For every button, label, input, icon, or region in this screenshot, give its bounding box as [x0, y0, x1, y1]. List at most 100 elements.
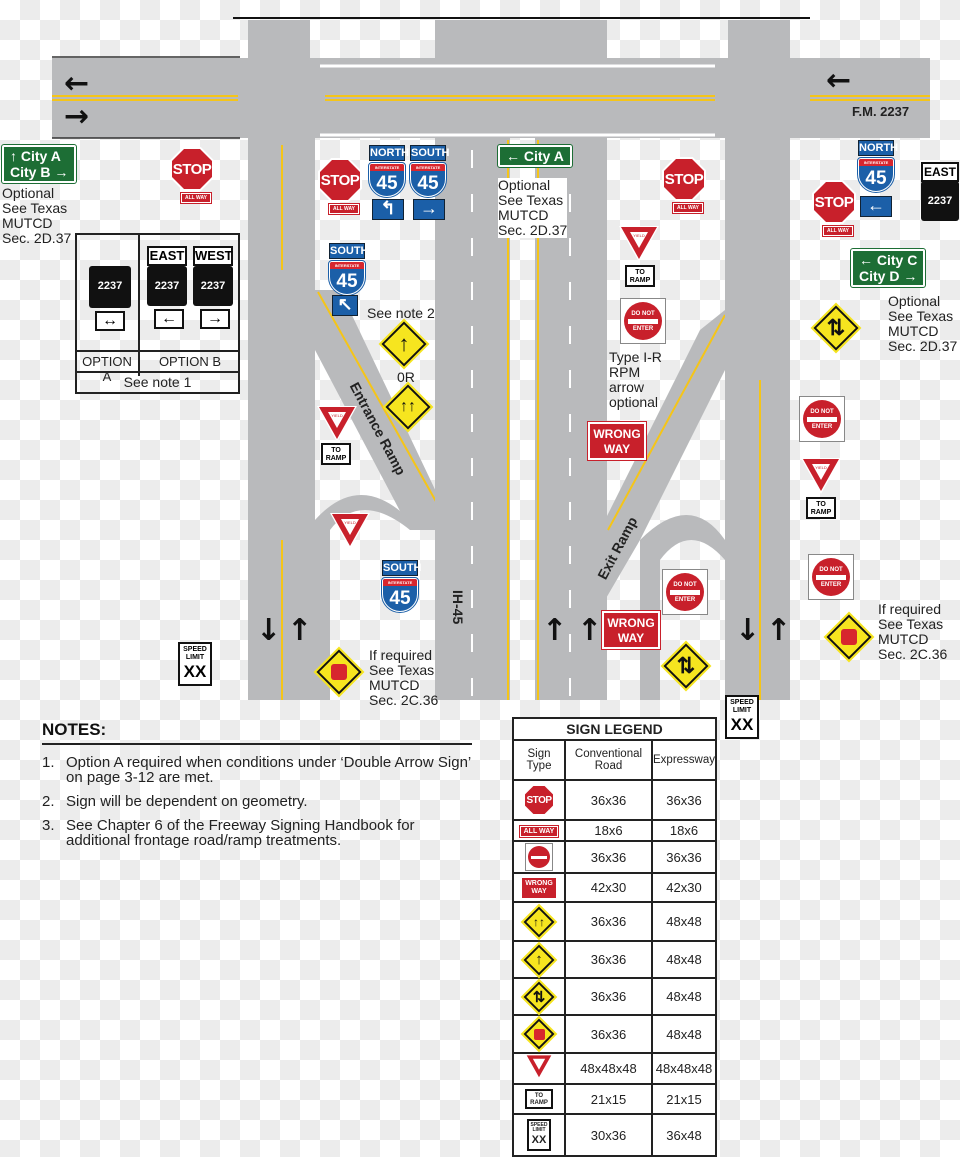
right-arrow-icon: → [200, 309, 230, 329]
legend-header: Conventional Road [564, 739, 653, 781]
guide-line: City B → [10, 164, 69, 180]
speed-limit-sign: SPEED LIMIT XX [178, 642, 212, 686]
notes-section: NOTES: 1. Option A required when conditi… [42, 720, 472, 857]
stop-ahead-sign [313, 646, 365, 698]
left-arrow-icon: ← [154, 309, 184, 329]
guide-sign-center: ← City A [497, 144, 573, 168]
legend-row: 36x36 36x36 [512, 840, 717, 874]
all-way-plate: ALL WAY [822, 225, 854, 237]
svg-text:YIELD: YIELD [344, 520, 356, 525]
up-left-arrow-icon: ↖ [332, 295, 358, 316]
stop-sign: STOP [170, 147, 214, 191]
all-way-plate: ALL WAY [180, 192, 212, 204]
two-way-traffic-icon: ⇅ [520, 978, 558, 1015]
do-not-enter-sign: DO NOT ENTER [808, 554, 854, 600]
wrong-way-sign: WRONG WAY [601, 610, 661, 650]
notes-title: NOTES: [42, 720, 472, 745]
yield-sign: YIELD [317, 406, 357, 442]
lane-ends-merge-sign: ↑↑ [382, 381, 434, 433]
crossroad-label: F.M. 2237 [852, 104, 910, 119]
svg-text:↑: ↑ [542, 613, 567, 648]
legend-row: SPEED LIMIT XX 30x36 36x48 [512, 1113, 717, 1157]
i45-south-shield: SOUTH INTERSTATE 45 [328, 243, 369, 296]
svg-text:YIELD: YIELD [633, 233, 645, 238]
i45-south-shield: SOUTH INTERSTATE 45 [381, 560, 422, 613]
legend-row: TO RAMP 21x15 21x15 [512, 1083, 717, 1115]
stop-sign: STOP [318, 158, 362, 202]
guide-line: ← City C [859, 252, 918, 268]
to-ramp-icon: TO RAMP [525, 1089, 553, 1109]
east-plate: EAST [921, 162, 959, 182]
optional-note-center: Optional See Texas MUTCD Sec. 2D.37 [498, 177, 568, 238]
east-plate: EAST [147, 246, 187, 266]
legend-row: ⇅ 36x36 48x48 [512, 977, 717, 1016]
all-way-plate: ALL WAY [328, 203, 360, 215]
rpm-note: Type I-R RPM arrow optional [609, 349, 662, 410]
guide-sign-right: ← City C City D → [849, 248, 927, 288]
sign-legend-table: SIGN LEGEND Sign Type Conventional Road Ex… [512, 717, 717, 1157]
farm-road-shield: 2237 [193, 266, 233, 306]
do-not-enter-sign: DO NOT ENTER [620, 298, 666, 344]
legend-row: STOP 36x36 36x36 [512, 779, 717, 821]
farm-road-shield: 2237 [147, 266, 187, 306]
merge-icon: ↑ [520, 941, 558, 978]
do-not-enter-sign: DO NOT ENTER [662, 569, 708, 615]
svg-text:←: ← [826, 63, 851, 98]
stop-ahead-sign [823, 611, 875, 663]
svg-text:↑: ↑ [766, 613, 791, 648]
farm-road-shield: 2237 [89, 266, 131, 308]
legend-row: ALL WAY 18x6 18x6 [512, 819, 717, 842]
legend-row: 48x48x48 48x48x48 [512, 1052, 717, 1085]
svg-text:←: ← [64, 66, 89, 101]
i45-north-shield: NORTH INTERSTATE 45 [368, 145, 409, 198]
right-arrow-icon: → [413, 199, 445, 220]
do-not-enter-icon [525, 843, 553, 871]
stop-ahead-icon [520, 1015, 558, 1053]
all-way-plate: ALL WAY [672, 202, 704, 214]
i45-north-shield: NORTH INTERSTATE 45 [857, 140, 898, 193]
speed-limit-sign: SPEED LIMIT XX [725, 695, 759, 739]
optional-note-left: Optional See Texas MUTCD Sec. 2D.37 [2, 185, 72, 246]
legend-row: ↑↑ 36x36 48x48 [512, 901, 717, 942]
double-arrow-icon: ↔ [95, 311, 125, 331]
see-note-1: See note 1 [123, 374, 192, 390]
stop-sign-icon: STOP [523, 784, 555, 816]
svg-text:↑: ↑ [287, 613, 312, 648]
note-item: 1. Option A required when conditions und… [42, 754, 471, 786]
or-label: 0R [397, 369, 415, 385]
merge-sign: ↑ [378, 318, 430, 370]
optional-note-right: Optional See Texas MUTCD Sec. 2D.37 [888, 293, 958, 354]
speed-limit-icon: SPEED LIMIT XX [527, 1119, 551, 1151]
note-item: 2. Sign will be dependent on geometry. [42, 793, 308, 810]
farm-road-shield: 2237 [921, 181, 959, 221]
svg-text:YIELD: YIELD [331, 413, 343, 418]
wrong-way-sign: WRONG WAY [587, 421, 647, 461]
two-way-traffic-sign: ⇅ [660, 640, 712, 692]
to-ramp-plate: TO RAMP [625, 265, 655, 287]
legend-row: 36x36 48x48 [512, 1014, 717, 1054]
legend-header: Sign Type [512, 739, 566, 781]
to-ramp-plate: TO RAMP [806, 497, 836, 519]
svg-text:YIELD: YIELD [815, 465, 827, 470]
legend-header: Expressway [651, 739, 717, 781]
if-required-note-right: If required See Texas MUTCD Sec. 2C.36 [878, 601, 948, 662]
yield-sign: YIELD [801, 458, 841, 494]
all-way-plate-icon: ALL WAY [518, 825, 560, 839]
see-note-2: See note 2 [367, 305, 435, 321]
if-required-note-left: If required See Texas MUTCD Sec. 2C.36 [369, 647, 439, 708]
option-b-label: OPTION B [158, 354, 222, 369]
legend-title: SIGN LEGEND [512, 717, 717, 741]
yield-sign: YIELD [619, 226, 659, 262]
yield-sign: YIELD [330, 513, 370, 549]
guide-line: City D → [859, 268, 918, 284]
left-turn-arrow-icon: ↰ [372, 199, 404, 220]
svg-text:↓: ↓ [735, 613, 760, 648]
legend-row: WRONG WAY 42x30 42x30 [512, 872, 717, 903]
freeway-label: IH-45 [450, 590, 466, 625]
svg-text:↓: ↓ [256, 613, 281, 648]
lane-ends-merge-icon: ↑↑ [520, 903, 558, 940]
do-not-enter-sign: DO NOT ENTER [799, 396, 845, 442]
wrong-way-icon: WRONG WAY [522, 877, 556, 898]
two-way-traffic-sign: ⇅ [810, 302, 862, 354]
west-plate: WEST [193, 246, 233, 266]
